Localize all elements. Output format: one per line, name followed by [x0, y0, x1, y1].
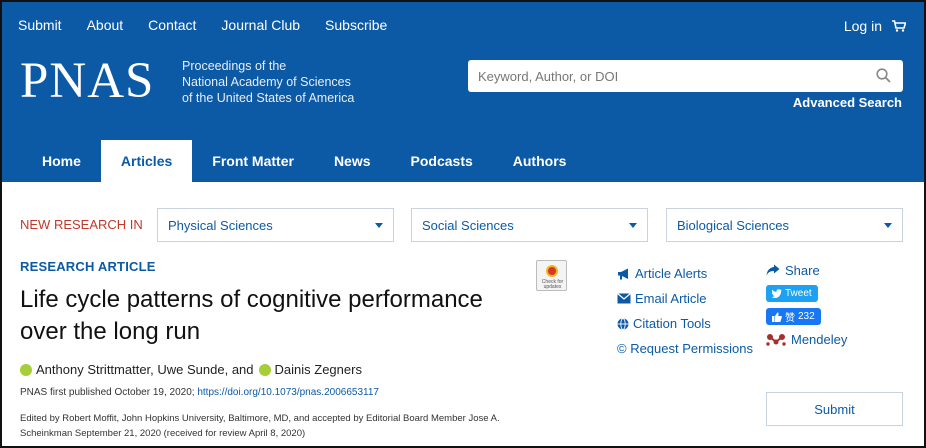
envelope-icon — [617, 293, 631, 304]
physical-sciences-dropdown[interactable]: Physical Sciences — [157, 208, 394, 242]
megaphone-icon — [618, 268, 628, 279]
login-area: Log in — [844, 18, 906, 34]
doi-link[interactable]: https://doi.org/10.1073/pnas.2006653117 — [197, 387, 379, 398]
tab-home[interactable]: Home — [22, 140, 101, 182]
like-label: 赞 — [785, 313, 795, 324]
tab-articles[interactable]: Articles — [100, 140, 193, 182]
tagline-line-3: of the United States of America — [182, 91, 355, 105]
share-link[interactable]: Share — [766, 261, 820, 279]
share-section: Share — [766, 261, 820, 279]
globe-icon — [617, 317, 629, 330]
caret-down-icon — [884, 223, 892, 228]
cart-icon[interactable] — [892, 20, 906, 32]
orcid-icon[interactable] — [20, 363, 32, 376]
dropdown-label: Social Sciences — [422, 217, 514, 233]
tweet-button[interactable]: Tweet — [766, 285, 818, 302]
share-label: Share — [785, 262, 820, 278]
social-sciences-dropdown[interactable]: Social Sciences — [411, 208, 648, 242]
main-nav: Home Articles Front Matter News Podcasts… — [22, 140, 586, 182]
twitter-bird-icon — [772, 289, 782, 298]
new-research-label: NEW RESEARCH IN — [20, 217, 143, 232]
tagline: Proceedings of the National Academy of S… — [182, 58, 354, 106]
tagline-line-1: Proceedings of the — [182, 59, 287, 73]
article-alerts-label: Article Alerts — [635, 266, 708, 281]
utility-link-journal-club[interactable]: Journal Club — [221, 17, 300, 33]
advanced-search-link[interactable]: Advanced Search — [793, 95, 902, 110]
tagline-line-2: National Academy of Sciences — [182, 75, 351, 89]
crossmark-icon — [546, 265, 558, 277]
title-line-2: over the long run — [20, 318, 201, 345]
article-type: RESEARCH ARTICLE — [20, 259, 156, 274]
pub-date: PNAS first published October 19, 2020; — [20, 387, 195, 398]
utility-link-submit[interactable]: Submit — [18, 17, 62, 33]
authors-first[interactable]: Anthony Strittmatter, Uwe Sunde, and — [36, 362, 254, 377]
tab-front-matter[interactable]: Front Matter — [192, 140, 314, 182]
login-link[interactable]: Log in — [844, 18, 882, 34]
search-icon[interactable] — [876, 68, 891, 88]
citation-tools-label: Citation Tools — [633, 316, 711, 331]
share-arrow-icon — [766, 264, 780, 276]
edited-line-1: Edited by Robert Moffit, John Hopkins Un… — [20, 413, 500, 424]
request-permissions-label: © Request Permissions — [617, 341, 754, 356]
dropdown-label: Biological Sciences — [677, 217, 790, 233]
author-list: Anthony Strittmatter, Uwe Sunde, and Dai… — [20, 362, 362, 377]
submit-button[interactable]: Submit — [766, 392, 903, 426]
thumbs-up-icon — [772, 312, 782, 322]
pnas-logo[interactable]: PNAS — [20, 54, 154, 108]
mendeley-icon — [766, 334, 786, 346]
article-title: Life cycle patterns of cognitive perform… — [20, 284, 540, 348]
utility-link-contact[interactable]: Contact — [148, 17, 196, 33]
mendeley-label: Mendeley — [791, 332, 848, 347]
mendeley-link[interactable]: Mendeley — [766, 332, 847, 347]
article-tools: Article Alerts Email Article Citation To… — [617, 261, 753, 361]
tab-news[interactable]: News — [314, 140, 391, 182]
email-article-link[interactable]: Email Article — [617, 286, 753, 311]
tab-authors[interactable]: Authors — [493, 140, 587, 182]
crossmark-text: Check for updates — [541, 279, 564, 290]
like-count: 232 — [798, 311, 815, 322]
site-header: Submit About Contact Journal Club Subscr… — [2, 2, 924, 182]
edited-by: Edited by Robert Moffit, John Hopkins Un… — [20, 411, 575, 441]
caret-down-icon — [375, 223, 383, 228]
dropdown-label: Physical Sciences — [168, 217, 273, 233]
search-box — [468, 60, 903, 92]
search-input[interactable] — [478, 68, 868, 84]
tab-podcasts[interactable]: Podcasts — [391, 140, 493, 182]
article-alerts-link[interactable]: Article Alerts — [617, 261, 753, 286]
page-frame: Submit About Contact Journal Club Subscr… — [0, 0, 926, 448]
publication-info: PNAS first published October 19, 2020; h… — [20, 387, 379, 398]
title-line-1: Life cycle patterns of cognitive perform… — [20, 286, 483, 313]
email-article-label: Email Article — [635, 291, 707, 306]
authors-last[interactable]: Dainis Zegners — [275, 362, 362, 377]
utility-nav: Submit About Contact Journal Club Subscr… — [18, 17, 412, 33]
crossmark-badge[interactable]: Check for updates — [536, 260, 567, 291]
facebook-like-button[interactable]: 赞 232 — [766, 308, 821, 325]
request-permissions-link[interactable]: © Request Permissions — [617, 336, 753, 361]
citation-tools-link[interactable]: Citation Tools — [617, 311, 753, 336]
orcid-icon[interactable] — [258, 363, 271, 376]
biological-sciences-dropdown[interactable]: Biological Sciences — [666, 208, 903, 242]
utility-link-about[interactable]: About — [87, 17, 124, 33]
caret-down-icon — [629, 223, 637, 228]
tweet-label: Tweet — [785, 288, 812, 299]
edited-line-2: Scheinkman September 21, 2020 (received … — [20, 428, 306, 439]
utility-link-subscribe[interactable]: Subscribe — [325, 17, 387, 33]
